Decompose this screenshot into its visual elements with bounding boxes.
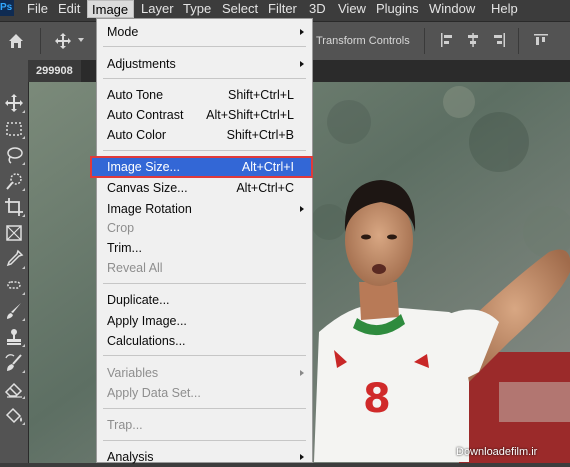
menu-item-adjustments[interactable]: Adjustments	[97, 54, 312, 74]
watermark: Downloadefilm.ir	[456, 446, 538, 458]
crop-icon[interactable]	[3, 196, 25, 218]
align-center-icon[interactable]	[466, 33, 480, 47]
menu-plugins[interactable]: Plugins	[372, 0, 423, 18]
menu-separator	[103, 46, 306, 47]
menu-item-image-size[interactable]: Image Size... Alt+Ctrl+I	[90, 156, 313, 178]
menu-item-reveal-all: Reveal All	[107, 261, 163, 275]
menu-select[interactable]: Select	[218, 0, 262, 18]
chevron-right-icon	[300, 61, 304, 67]
align-right-icon[interactable]	[492, 33, 506, 47]
menu-window[interactable]: Window	[425, 0, 479, 18]
document-tab[interactable]: 299908	[28, 60, 81, 82]
menu-item-auto-color[interactable]: Auto Color Shift+Ctrl+B	[97, 125, 312, 145]
menu-view[interactable]: View	[334, 0, 370, 18]
menu-item-apply-image[interactable]: Apply Image...	[97, 311, 312, 331]
marquee-icon[interactable]	[3, 118, 25, 140]
history-brush-icon[interactable]	[3, 352, 25, 374]
eyedropper-icon[interactable]	[3, 248, 25, 270]
menu-separator	[103, 78, 306, 79]
menu-edit[interactable]: Edit	[54, 0, 84, 18]
menu-item-analysis[interactable]: Analysis	[97, 447, 312, 467]
menu-separator	[103, 408, 306, 409]
stamp-icon[interactable]	[3, 326, 25, 348]
menu-item-calculations[interactable]: Calculations...	[97, 331, 312, 351]
chevron-right-icon	[300, 454, 304, 460]
align-left-icon[interactable]	[440, 33, 454, 47]
healing-brush-icon[interactable]	[3, 274, 25, 296]
menu-layer[interactable]: Layer	[137, 0, 178, 18]
align-top-icon[interactable]	[534, 33, 548, 47]
menu-type[interactable]: Type	[179, 0, 215, 18]
menu-3d[interactable]: 3D	[305, 0, 330, 18]
menu-separator	[103, 283, 306, 284]
paint-bucket-icon[interactable]	[3, 404, 25, 426]
menu-separator	[103, 440, 306, 441]
menu-item-trap: Trap...	[107, 418, 143, 432]
chevron-right-icon	[300, 370, 304, 376]
eraser-icon[interactable]	[3, 378, 25, 400]
quick-select-icon[interactable]	[3, 170, 25, 192]
transform-controls-label[interactable]: Transform Controls	[316, 35, 410, 47]
tools-panel	[0, 60, 29, 463]
menu-filter[interactable]: Filter	[264, 0, 301, 18]
chevron-down-icon[interactable]	[78, 38, 84, 42]
menu-item-mode[interactable]: Mode	[97, 22, 312, 42]
chevron-right-icon	[300, 206, 304, 212]
photoshop-logo-icon: Ps	[0, 0, 14, 16]
menu-separator	[103, 355, 306, 356]
menu-bar: Ps File Edit Image Layer Type Select Fil…	[0, 0, 570, 18]
divider	[518, 28, 519, 54]
menu-item-duplicate[interactable]: Duplicate...	[97, 290, 312, 310]
divider	[424, 28, 425, 54]
menu-item-auto-contrast[interactable]: Auto Contrast Alt+Shift+Ctrl+L	[97, 105, 312, 125]
move-icon[interactable]	[3, 92, 25, 114]
menu-item-apply-data-set: Apply Data Set...	[107, 386, 201, 400]
lasso-icon[interactable]	[3, 144, 25, 166]
menu-help[interactable]: Help	[487, 0, 522, 18]
brush-icon[interactable]	[3, 300, 25, 322]
menu-image[interactable]: Image	[87, 0, 134, 18]
menu-separator	[103, 150, 306, 151]
menu-item-crop: Crop	[107, 221, 135, 235]
chevron-right-icon	[300, 29, 304, 35]
menu-file[interactable]: File	[23, 0, 52, 18]
menu-item-auto-tone[interactable]: Auto Tone Shift+Ctrl+L	[97, 85, 312, 105]
divider	[40, 28, 41, 54]
menu-item-canvas-size[interactable]: Canvas Size... Alt+Ctrl+C	[97, 178, 312, 198]
image-menu-dropdown: Mode Adjustments Auto Tone Shift+Ctrl+L A…	[90, 18, 313, 464]
menu-item-image-rotation[interactable]: Image Rotation	[97, 199, 312, 219]
jersey-number: 8	[363, 376, 391, 422]
menu-item-variables: Variables	[97, 363, 312, 383]
frame-icon[interactable]	[3, 222, 25, 244]
home-icon[interactable]	[8, 33, 24, 49]
menu-item-trim[interactable]: Trim...	[97, 238, 312, 258]
move-tool-icon[interactable]	[54, 32, 72, 50]
